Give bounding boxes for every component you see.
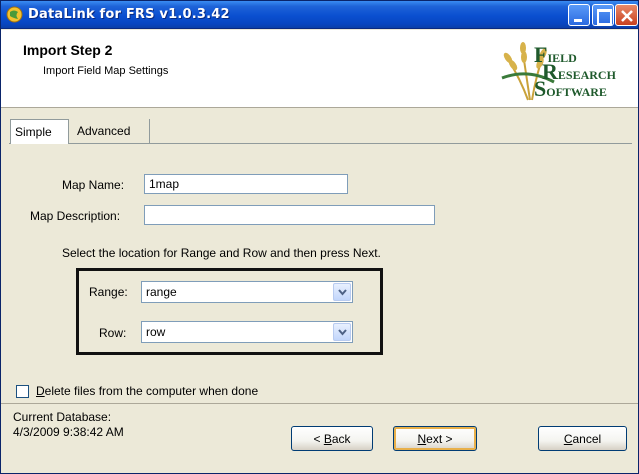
range-selected-value: range [146, 285, 177, 299]
field-research-software-logo: FIELD RESEARCH SOFTWARE [498, 38, 633, 102]
next-button[interactable]: Next > [393, 426, 477, 451]
logo-text-software: SOFTWARE [534, 76, 607, 101]
window-title: DataLink for FRS v1.0.3.42 [28, 7, 230, 22]
close-icon [621, 10, 633, 22]
chevron-down-icon[interactable] [333, 323, 351, 341]
current-database-value: 4/3/2009 9:38:42 AM [13, 425, 124, 439]
back-button[interactable]: < Back [291, 426, 373, 451]
range-dropdown[interactable]: range [141, 281, 353, 303]
datalink-window: DataLink for FRS v1.0.3.42 Import Step 2… [0, 0, 639, 474]
delete-files-checkbox[interactable] [16, 385, 29, 398]
minimize-button[interactable] [568, 4, 590, 26]
map-description-input[interactable] [144, 205, 435, 225]
maximize-button[interactable] [592, 4, 614, 26]
step-title: Import Step 2 [23, 42, 113, 58]
row-dropdown[interactable]: row [141, 321, 353, 343]
cancel-button[interactable]: Cancel [538, 426, 627, 451]
title-bar[interactable]: DataLink for FRS v1.0.3.42 [1, 1, 638, 29]
map-name-input[interactable]: 1map [144, 174, 348, 194]
tab-advanced[interactable]: Advanced [73, 119, 150, 143]
range-label: Range: [89, 285, 128, 299]
map-name-label: Map Name: [62, 178, 125, 192]
app-globe-icon [6, 6, 23, 23]
row-label: Row: [99, 326, 127, 340]
close-button[interactable] [615, 4, 638, 26]
tab-panel-border [9, 143, 632, 144]
delete-files-label[interactable]: Delete files from the computer when done [36, 384, 258, 398]
row-selected-value: row [146, 325, 166, 339]
current-database-label: Current Database: [13, 410, 112, 424]
footer-divider [1, 403, 638, 404]
instruction-text: Select the location for Range and Row an… [62, 246, 381, 260]
chevron-down-icon[interactable] [333, 283, 351, 301]
map-description-label: Map Description: [30, 209, 121, 223]
wizard-header: Import Step 2 Import Field Map Settings [1, 30, 638, 108]
tab-simple[interactable]: Simple [10, 119, 69, 144]
step-subtitle: Import Field Map Settings [43, 65, 169, 77]
